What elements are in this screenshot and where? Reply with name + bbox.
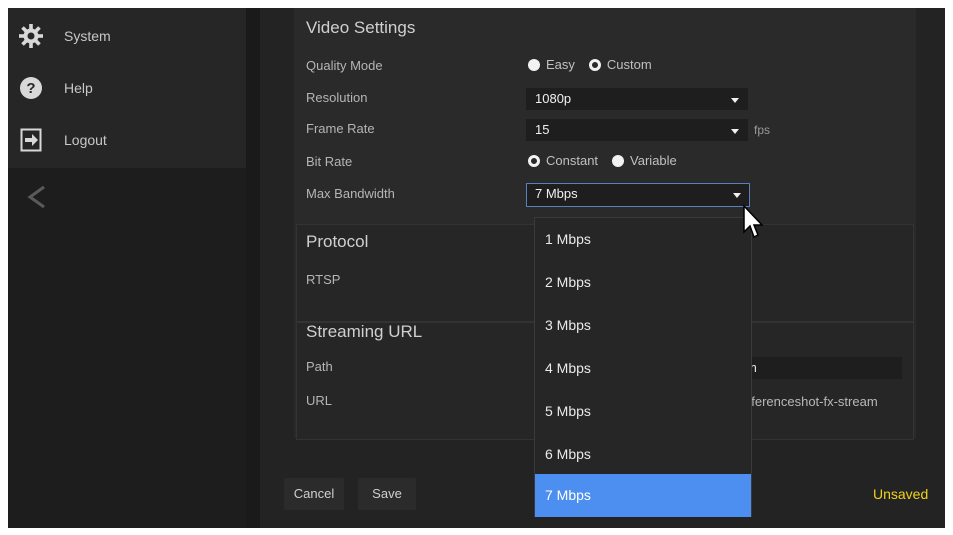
chevron-down-icon xyxy=(731,129,739,134)
sidebar-item-label: System xyxy=(64,28,111,44)
frame-rate-label: Frame Rate xyxy=(306,121,375,136)
max-bandwidth-label: Max Bandwidth xyxy=(306,186,395,201)
gear-icon xyxy=(18,23,44,49)
quality-mode-label: Quality Mode xyxy=(306,58,383,73)
app-frame: System ? Help Logout Video Settings Qual… xyxy=(8,8,945,528)
logout-icon xyxy=(18,127,44,153)
sidebar-item-label: Help xyxy=(64,80,93,96)
path-input[interactable]: m xyxy=(740,357,902,379)
chevron-down-icon xyxy=(733,193,741,198)
quality-mode-easy-label: Easy xyxy=(546,57,575,72)
url-value: nferenceshot-fx-stream xyxy=(744,394,878,409)
chevron-down-icon xyxy=(731,98,739,103)
unsaved-status: Unsaved xyxy=(873,486,929,502)
bit-rate-constant-label: Constant xyxy=(546,153,599,168)
sidebar-item-label: Logout xyxy=(64,132,107,148)
help-icon: ? xyxy=(18,75,44,101)
resolution-select[interactable]: 1080p xyxy=(526,88,748,110)
rtsp-label: RTSP xyxy=(306,272,341,287)
streaming-url-title: Streaming URL xyxy=(306,322,423,341)
quality-mode-radio-group: Easy Custom xyxy=(528,57,652,72)
fps-unit: fps xyxy=(754,123,771,137)
sidebar-menu: System ? Help Logout xyxy=(8,8,246,168)
frame-rate-select[interactable]: 15 xyxy=(526,119,748,141)
resolution-value: 1080p xyxy=(535,91,572,106)
dropdown-option-1-mbps[interactable]: 1 Mbps xyxy=(535,218,751,261)
sidebar-item-help[interactable]: ? Help xyxy=(8,62,246,114)
quality-mode-custom-label: Custom xyxy=(606,57,652,72)
bit-rate-variable-label: Variable xyxy=(630,153,677,168)
frame-rate-value: 15 xyxy=(535,122,550,137)
bit-rate-variable-radio[interactable] xyxy=(612,154,625,167)
dropdown-option-2-mbps[interactable]: 2 Mbps xyxy=(535,261,751,304)
svg-text:?: ? xyxy=(26,80,35,97)
quality-mode-custom-radio[interactable] xyxy=(588,58,601,71)
dropdown-option-3-mbps[interactable]: 3 Mbps xyxy=(535,304,751,347)
save-button[interactable]: Save xyxy=(358,478,416,510)
dropdown-option-5-mbps[interactable]: 5 Mbps xyxy=(535,390,751,433)
bit-rate-radio-group: Constant Variable xyxy=(528,153,677,168)
dropdown-option-7-mbps[interactable]: 7 Mbps xyxy=(535,474,751,517)
chevron-left-icon[interactable] xyxy=(24,182,48,212)
protocol-title: Protocol xyxy=(306,232,369,251)
sidebar: System ? Help Logout xyxy=(8,8,246,528)
video-settings-title: Video Settings xyxy=(306,18,416,37)
max-bandwidth-value: 7 Mbps xyxy=(535,186,578,201)
sidebar-item-logout[interactable]: Logout xyxy=(8,114,246,166)
sidebar-item-system[interactable]: System xyxy=(8,10,246,62)
bit-rate-label: Bit Rate xyxy=(306,154,353,169)
dropdown-option-4-mbps[interactable]: 4 Mbps xyxy=(535,347,751,390)
quality-mode-easy-radio[interactable] xyxy=(528,58,540,71)
cancel-button[interactable]: Cancel xyxy=(284,478,344,510)
max-bandwidth-select[interactable]: 7 Mbps xyxy=(526,183,750,207)
resolution-label: Resolution xyxy=(306,90,368,105)
mouse-cursor-icon xyxy=(742,204,766,240)
url-label: URL xyxy=(306,393,333,408)
dropdown-option-6-mbps[interactable]: 6 Mbps xyxy=(535,433,751,476)
max-bandwidth-dropdown: 1 Mbps 2 Mbps 3 Mbps 4 Mbps 5 Mbps 6 Mbp… xyxy=(534,217,752,517)
path-label: Path xyxy=(306,359,333,374)
bit-rate-constant-radio[interactable] xyxy=(528,154,540,167)
